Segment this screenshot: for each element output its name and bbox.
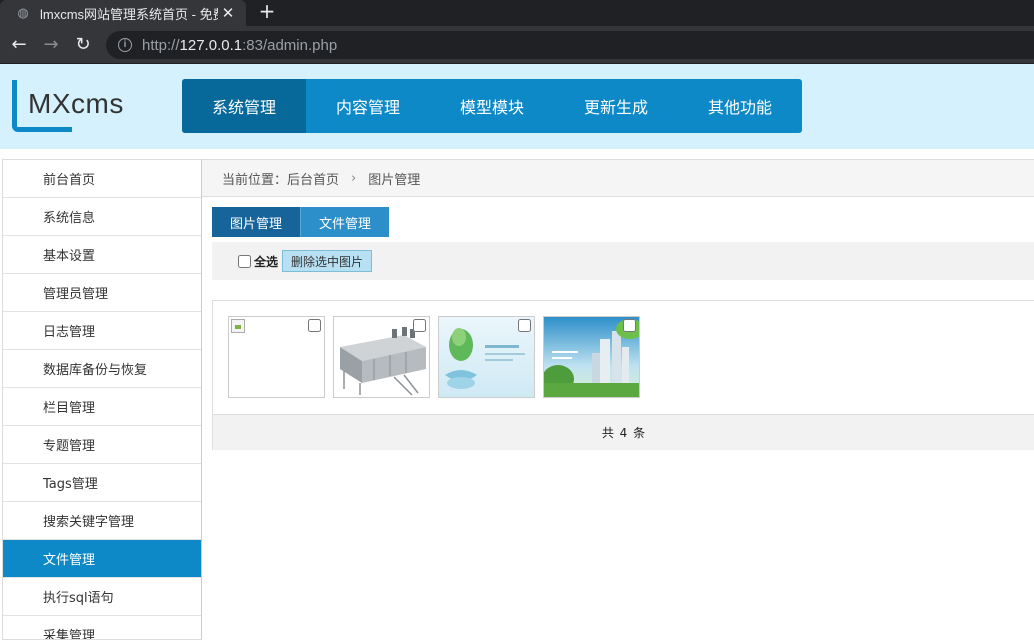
select-all-label: 全选 [254,254,279,269]
url-scheme: http:// [142,36,180,54]
sidebar-item-admins[interactable]: 管理员管理 [3,274,201,312]
top-nav-item-model[interactable]: 模型模块 [430,79,554,133]
address-bar[interactable]: i http://127.0.0.1:83/admin.php [106,31,1034,59]
sidebar-item-files[interactable]: 文件管理 [3,540,201,578]
close-tab-icon[interactable]: ✕ [218,4,238,22]
sidebar-item-topics[interactable]: 专题管理 [3,426,201,464]
pagination-info: 共 4 条 [213,414,1034,450]
tab-image-management[interactable]: 图片管理 [212,207,301,237]
globe-icon: ◍ [17,5,29,20]
thumbnail-checkbox[interactable] [308,319,321,332]
browser-tab[interactable]: ◍ lmxcms网站管理系统首页 - 免费 ✕ [0,0,246,26]
forward-arrow-icon[interactable]: → [40,34,62,56]
sub-tabs: 图片管理 文件管理 [212,207,390,237]
sidebar-item-tags[interactable]: Tags管理 [3,464,201,502]
sidebar-item-collect[interactable]: 采集管理 [3,616,201,639]
breadcrumb-prefix: 当前位置： [222,172,288,188]
sidebar: 前台首页 系统信息 基本设置 管理员管理 日志管理 数据库备份与恢复 栏目管理 … [2,159,202,640]
reload-icon[interactable]: ↻ [72,34,94,56]
tab-file-management[interactable]: 文件管理 [300,207,390,237]
thumbnail-water-hands[interactable] [438,316,535,398]
top-nav-item-system[interactable]: 系统管理 [182,79,306,133]
thumbnail-list [228,316,648,398]
broken-image-icon [231,319,245,333]
delete-selected-button[interactable]: 删除选中图片 [282,250,373,272]
breadcrumb-separator: › [351,170,357,186]
sidebar-item-backup[interactable]: 数据库备份与恢复 [3,350,201,388]
image-gallery: 共 4 条 [212,300,1034,450]
browser-toolbar: ← → ↻ i http://127.0.0.1:83/admin.php [0,26,1034,64]
thumbnail-buildings[interactable] [543,316,640,398]
top-nav: 系统管理 内容管理 模型模块 更新生成 其他功能 [182,79,802,133]
new-tab-icon[interactable]: + [256,0,278,22]
site-header: MXcms 系统管理 内容管理 模型模块 更新生成 其他功能 [0,64,1034,149]
select-all-checkbox[interactable] [238,254,251,268]
sidebar-item-frontpage[interactable]: 前台首页 [3,160,201,198]
thumbnail-machine[interactable] [333,316,430,398]
thumbnail-checkbox[interactable] [623,319,636,332]
browser-tab-title: lmxcms网站管理系统首页 - 免费 [40,6,218,22]
breadcrumb-home-link[interactable]: 后台首页 [287,169,339,188]
sidebar-item-sql[interactable]: 执行sql语句 [3,578,201,616]
back-arrow-icon[interactable]: ← [8,34,30,56]
breadcrumb-current: 图片管理 [368,172,421,188]
thumbnail-checkbox[interactable] [518,319,531,332]
site-logo: MXcms [12,80,132,132]
logo-text: MXcms [28,88,124,119]
sidebar-item-columns[interactable]: 栏目管理 [3,388,201,426]
sidebar-item-keywords[interactable]: 搜索关键字管理 [3,502,201,540]
sidebar-item-logs[interactable]: 日志管理 [3,312,201,350]
thumbnail-broken[interactable] [228,316,325,398]
site-info-icon[interactable]: i [118,38,132,52]
image-toolbar: 全选 删除选中图片 [212,242,1034,280]
top-nav-item-generate[interactable]: 更新生成 [554,79,678,133]
sidebar-item-system-info[interactable]: 系统信息 [3,198,201,236]
url-path: :83/admin.php [242,36,338,54]
sidebar-item-basic-settings[interactable]: 基本设置 [3,236,201,274]
top-nav-item-content[interactable]: 内容管理 [306,79,430,133]
top-nav-item-other[interactable]: 其他功能 [678,79,802,133]
url-host: 127.0.0.1 [179,36,243,54]
browser-tab-bar: ◍ lmxcms网站管理系统首页 - 免费 ✕ + [0,0,1034,26]
thumbnail-checkbox[interactable] [413,319,426,332]
breadcrumb: 当前位置： 后台首页 › 图片管理 [202,159,1034,197]
